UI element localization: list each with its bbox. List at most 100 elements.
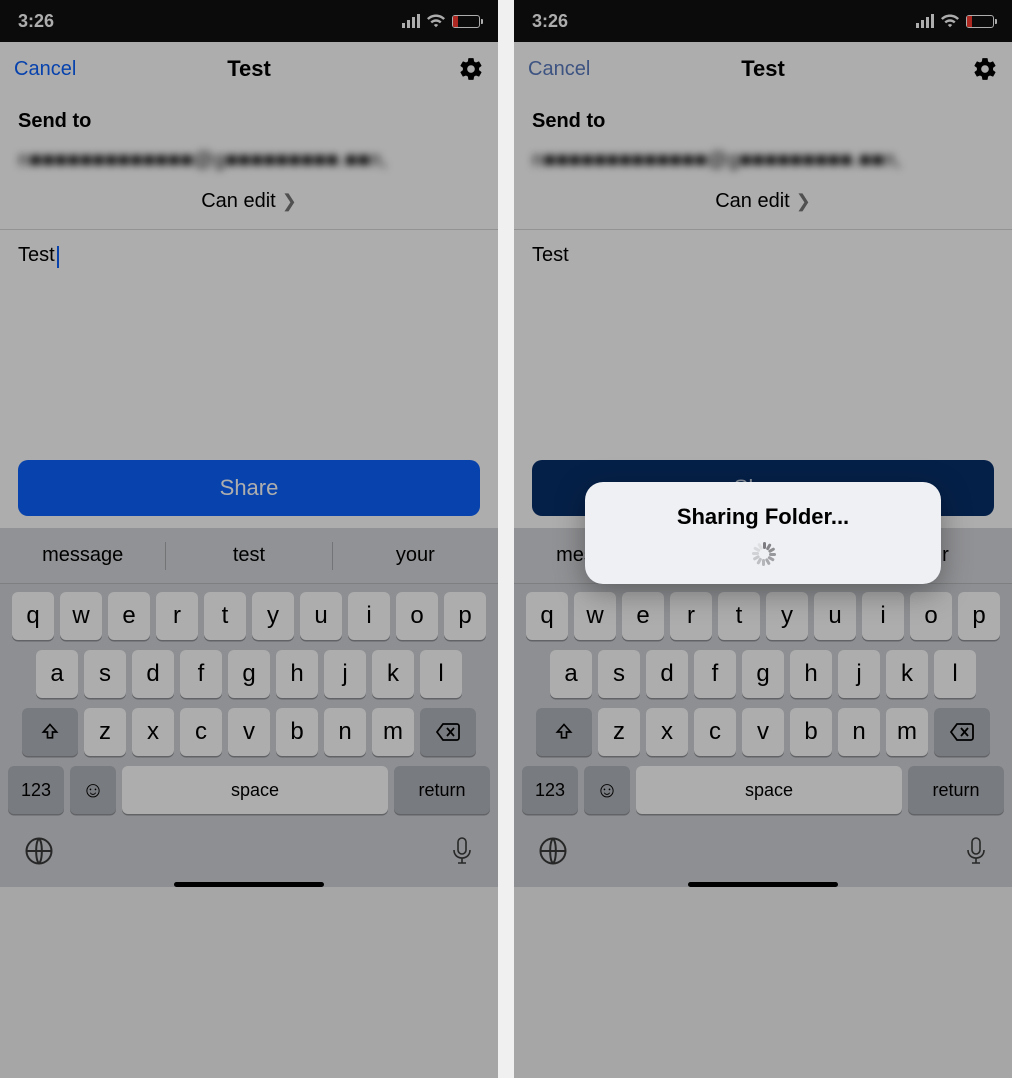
kb-row-4: 123 ☺ space return <box>4 766 494 814</box>
key-x[interactable]: x <box>132 708 174 756</box>
gear-icon[interactable] <box>972 56 998 82</box>
key-f[interactable]: f <box>694 650 736 698</box>
key-space[interactable]: space <box>636 766 902 814</box>
key-w[interactable]: w <box>574 592 616 640</box>
suggestion-2[interactable]: test <box>166 528 331 583</box>
key-x[interactable]: x <box>646 708 688 756</box>
text-caret <box>57 246 59 268</box>
globe-icon[interactable] <box>24 836 54 866</box>
key-a[interactable]: a <box>36 650 78 698</box>
key-numbers[interactable]: 123 <box>8 766 64 814</box>
keyboard-bottom <box>0 824 498 882</box>
status-right <box>402 14 480 28</box>
message-input[interactable]: Test <box>532 230 994 460</box>
key-m[interactable]: m <box>372 708 414 756</box>
key-f[interactable]: f <box>180 650 222 698</box>
key-return[interactable]: return <box>908 766 1004 814</box>
key-emoji[interactable]: ☺ <box>584 766 630 814</box>
key-c[interactable]: c <box>180 708 222 756</box>
key-d[interactable]: d <box>646 650 688 698</box>
key-i[interactable]: i <box>862 592 904 640</box>
key-k[interactable]: k <box>372 650 414 698</box>
key-l[interactable]: l <box>420 650 462 698</box>
key-i[interactable]: i <box>348 592 390 640</box>
permission-selector[interactable]: Can edit ❯ <box>18 184 480 229</box>
recipient-field[interactable]: n■■■■■■■■■■■■■@g■■■■■■■■■.■■n <box>18 149 480 172</box>
key-r[interactable]: r <box>156 592 198 640</box>
home-indicator[interactable] <box>174 882 324 887</box>
key-d[interactable]: d <box>132 650 174 698</box>
share-form: Send to n■■■■■■■■■■■■■@g■■■■■■■■■.■■n Ca… <box>514 96 1012 460</box>
key-shift[interactable] <box>536 708 592 756</box>
gear-icon[interactable] <box>458 56 484 82</box>
mic-icon[interactable] <box>450 836 474 866</box>
key-g[interactable]: g <box>742 650 784 698</box>
send-to-label: Send to <box>18 110 480 133</box>
key-return[interactable]: return <box>394 766 490 814</box>
key-emoji[interactable]: ☺ <box>70 766 116 814</box>
permission-label: Can edit <box>201 190 276 213</box>
key-k[interactable]: k <box>886 650 928 698</box>
key-e[interactable]: e <box>108 592 150 640</box>
sharing-modal: Sharing Folder... <box>585 482 941 584</box>
key-t[interactable]: t <box>718 592 760 640</box>
key-o[interactable]: o <box>910 592 952 640</box>
permission-selector[interactable]: Can edit ❯ <box>532 184 994 229</box>
key-n[interactable]: n <box>838 708 880 756</box>
key-backspace[interactable] <box>420 708 476 756</box>
key-m[interactable]: m <box>886 708 928 756</box>
key-v[interactable]: v <box>228 708 270 756</box>
cellular-icon <box>402 14 420 28</box>
share-button[interactable]: Share <box>18 460 480 516</box>
cancel-button[interactable]: Cancel <box>528 58 590 81</box>
key-p[interactable]: p <box>958 592 1000 640</box>
message-input[interactable]: Test <box>18 230 480 460</box>
key-t[interactable]: t <box>204 592 246 640</box>
key-backspace[interactable] <box>934 708 990 756</box>
key-s[interactable]: s <box>84 650 126 698</box>
key-q[interactable]: q <box>526 592 568 640</box>
mic-icon[interactable] <box>964 836 988 866</box>
key-j[interactable]: j <box>838 650 880 698</box>
home-indicator[interactable] <box>688 882 838 887</box>
key-o[interactable]: o <box>396 592 438 640</box>
key-e[interactable]: e <box>622 592 664 640</box>
key-p[interactable]: p <box>444 592 486 640</box>
suggestion-1[interactable]: message <box>0 528 165 583</box>
message-text: Test <box>532 244 569 266</box>
key-b[interactable]: b <box>790 708 832 756</box>
page-title: Test <box>741 56 785 82</box>
key-q[interactable]: q <box>12 592 54 640</box>
key-z[interactable]: z <box>598 708 640 756</box>
key-r[interactable]: r <box>670 592 712 640</box>
key-b[interactable]: b <box>276 708 318 756</box>
key-u[interactable]: u <box>300 592 342 640</box>
key-numbers[interactable]: 123 <box>522 766 578 814</box>
key-a[interactable]: a <box>550 650 592 698</box>
keyboard: message test your q w e r t y u i o p a … <box>0 528 498 887</box>
message-text: Test <box>18 244 55 266</box>
key-shift[interactable] <box>22 708 78 756</box>
key-y[interactable]: y <box>766 592 808 640</box>
globe-icon[interactable] <box>538 836 568 866</box>
suggestion-3[interactable]: your <box>333 528 498 583</box>
key-n[interactable]: n <box>324 708 366 756</box>
key-z[interactable]: z <box>84 708 126 756</box>
key-h[interactable]: h <box>276 650 318 698</box>
key-l[interactable]: l <box>934 650 976 698</box>
key-space[interactable]: space <box>122 766 388 814</box>
key-u[interactable]: u <box>814 592 856 640</box>
key-v[interactable]: v <box>742 708 784 756</box>
key-c[interactable]: c <box>694 708 736 756</box>
status-time: 3:26 <box>532 11 568 32</box>
key-s[interactable]: s <box>598 650 640 698</box>
recipient-field[interactable]: n■■■■■■■■■■■■■@g■■■■■■■■■.■■n <box>532 149 994 172</box>
key-w[interactable]: w <box>60 592 102 640</box>
cancel-button[interactable]: Cancel <box>14 58 76 81</box>
key-j[interactable]: j <box>324 650 366 698</box>
kb-row-1: q w e r t y u i o p <box>518 592 1008 640</box>
key-g[interactable]: g <box>228 650 270 698</box>
key-h[interactable]: h <box>790 650 832 698</box>
key-y[interactable]: y <box>252 592 294 640</box>
page-title: Test <box>227 56 271 82</box>
